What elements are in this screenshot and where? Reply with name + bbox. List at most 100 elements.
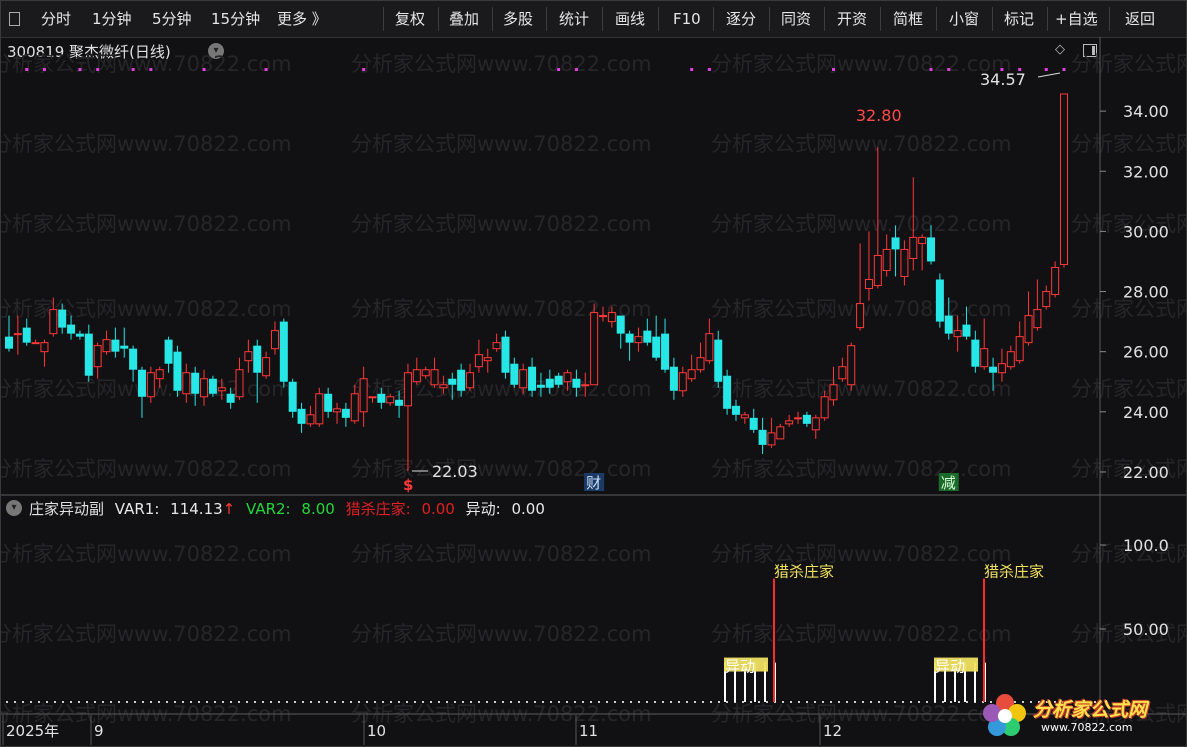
baseline-dot: [422, 701, 424, 703]
baseline-dot: [470, 701, 472, 703]
baseline-dot: [430, 701, 432, 703]
baseline-dot: [926, 701, 928, 703]
signal-dot: [574, 68, 578, 71]
site-logo: 分析家公式网 www.70822.com: [981, 689, 1181, 741]
signal-dot: [264, 68, 268, 71]
baseline-dot: [238, 701, 240, 703]
candle-body-up: [519, 369, 528, 389]
watermark-text: 分析家公式网www.70822.com: [351, 622, 652, 646]
candle-body-up: [598, 315, 607, 318]
candle-body-down: [616, 315, 625, 334]
baseline-dot: [758, 701, 760, 703]
watermark-text: 分析家公式网www.70822.com: [351, 542, 652, 566]
watermark-text: 分析家公式网www.70822.com: [1, 212, 292, 236]
candle-body-up: [40, 342, 49, 353]
candle-body-down: [253, 345, 262, 373]
candle-body-down: [652, 336, 661, 358]
baseline-dot: [198, 701, 200, 703]
signal-dot: [131, 68, 135, 71]
signal-dot: [1044, 68, 1048, 71]
baseline-dot: [606, 701, 608, 703]
baseline-dot: [278, 701, 280, 703]
baseline-dot: [846, 701, 848, 703]
last-price-label: 34.57: [980, 70, 1026, 89]
watermark-text: 分析家公式网www.70822.com: [1071, 52, 1186, 76]
candle-body-up: [262, 357, 271, 377]
time-tick-label: 9: [94, 722, 104, 740]
baseline-dot: [358, 701, 360, 703]
signal-dot: [831, 68, 835, 71]
hunt-label: 猎杀庄家:: [345, 500, 411, 518]
candle-body-down: [989, 366, 998, 373]
baseline-dot: [462, 701, 464, 703]
candle-body-down: [297, 408, 306, 424]
baseline-dot: [78, 701, 80, 703]
baseline-dot: [638, 701, 640, 703]
candle-body-up: [31, 342, 40, 345]
candle-body-down: [111, 339, 120, 352]
kline-chart[interactable]: 分析家公式网www.70822.com 分析家公式网www.70822.com 分析…: [1, 1, 1186, 746]
candle-body-up: [705, 333, 714, 362]
candle-body-down: [510, 363, 519, 385]
candle-body-down: [536, 384, 545, 388]
baseline-dot: [310, 701, 312, 703]
baseline-dot: [142, 701, 144, 703]
watermark-text: 分析家公式网www.70822.com: [711, 622, 1012, 646]
signal-dot: [929, 68, 933, 71]
candle-body-up: [829, 384, 838, 401]
candle-body-down: [226, 393, 235, 403]
time-tick-label: 12: [823, 722, 842, 740]
baseline-dot: [6, 701, 8, 703]
signal-dot: [96, 68, 100, 71]
candle-body-up: [421, 369, 430, 377]
baseline-dot: [870, 701, 872, 703]
candle-body-up: [820, 396, 829, 419]
baseline-dot: [102, 701, 104, 703]
baseline-dot: [30, 701, 32, 703]
baseline-dot: [110, 701, 112, 703]
high-price-label: 32.80: [856, 106, 902, 125]
baseline-dot: [790, 701, 792, 703]
baseline-dot: [190, 701, 192, 703]
baseline-dot: [918, 701, 920, 703]
baseline-dot: [230, 701, 232, 703]
candle-body-up: [1015, 336, 1024, 362]
baseline-dot: [270, 701, 272, 703]
watermark-text: 分析家公式网www.70822.com: [711, 212, 1012, 236]
chevron-down-icon[interactable]: ▾: [6, 500, 22, 516]
candle-body-down: [758, 429, 767, 445]
baseline-dot: [742, 701, 744, 703]
baseline-dot: [966, 701, 968, 703]
baseline-dot: [222, 701, 224, 703]
candle-body-down: [279, 321, 288, 382]
baseline-dot: [678, 701, 680, 703]
hunt-value: 0.00: [421, 500, 455, 518]
candle-body-down: [120, 345, 129, 349]
event-marker-dividend: $: [403, 476, 413, 494]
up-arrow-icon: ↑: [222, 500, 236, 518]
baseline-dot: [22, 701, 24, 703]
candle-body-down: [5, 336, 13, 349]
watermark-text: 分析家公式网www.70822.com: [351, 457, 652, 481]
watermark-text: 分析家公式网www.70822.com: [711, 52, 1012, 76]
candle-body-up: [696, 357, 705, 371]
watermark-text: 分析家公式网www.70822.com: [1071, 377, 1186, 401]
baseline-dot: [486, 701, 488, 703]
baseline-dot: [54, 701, 56, 703]
baseline-dot: [614, 701, 616, 703]
baseline-dot: [286, 701, 288, 703]
signal-dot: [42, 68, 46, 71]
candle-body-up: [155, 369, 164, 380]
baseline-dot: [950, 701, 952, 703]
candle-body-up: [953, 330, 962, 338]
candle-body-down: [971, 339, 980, 367]
baseline-dot: [646, 701, 648, 703]
candle-body-up: [811, 417, 820, 431]
indicator-tick-label: 100.0: [1123, 536, 1169, 555]
watermark-text: 分析家公式网www.70822.com: [351, 377, 652, 401]
candle-body-up: [590, 312, 599, 386]
candle-body-up: [403, 372, 412, 407]
hunt-label: 猎杀庄家: [984, 563, 1044, 581]
baseline-dot: [854, 701, 856, 703]
candle-body-up: [1033, 309, 1042, 329]
